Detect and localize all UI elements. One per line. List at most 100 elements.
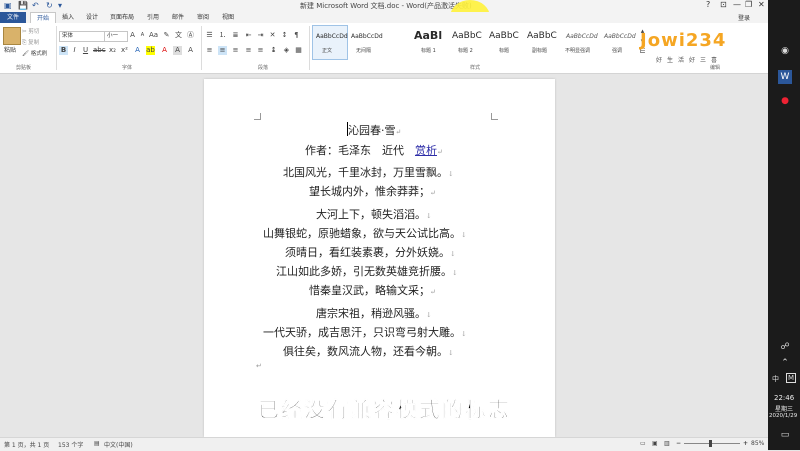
- show-marks-icon[interactable]: ¶: [292, 31, 301, 40]
- poem-line[interactable]: 山舞银蛇，原驰蜡象，欲与天公试比高。↓: [263, 225, 467, 241]
- bold-icon[interactable]: B: [59, 46, 68, 55]
- align-right-icon[interactable]: ≡: [231, 46, 240, 55]
- poem-line[interactable]: 大河上下，顿失滔滔。↓: [316, 206, 432, 222]
- multilevel-list-icon[interactable]: ≣: [231, 31, 240, 40]
- font-size-select[interactable]: 小一: [104, 31, 128, 42]
- zoom-out-icon[interactable]: −: [676, 440, 681, 447]
- paste-icon[interactable]: [3, 27, 21, 45]
- style-heading-1[interactable]: AaBl: [414, 29, 442, 42]
- copy-button[interactable]: ⎘ 复制: [22, 38, 39, 47]
- cut-button[interactable]: ✂ 剪切: [22, 27, 39, 35]
- numbering-icon[interactable]: ⒈: [218, 31, 227, 40]
- save-icon[interactable]: 💾: [18, 1, 28, 10]
- style-subtle-emphasis[interactable]: AaBbCcDd: [566, 33, 598, 40]
- notifications-icon[interactable]: ▭: [778, 428, 792, 442]
- tab-design[interactable]: 设计: [86, 13, 98, 23]
- show-hidden-icons[interactable]: ⌃: [778, 356, 792, 370]
- poem-author[interactable]: 作者：毛泽东 近代 赏析↵: [305, 142, 443, 158]
- clear-formatting-icon[interactable]: ✎: [162, 31, 171, 40]
- character-shading-icon[interactable]: A: [173, 46, 182, 55]
- sort-icon[interactable]: ↕: [280, 31, 289, 40]
- proofing-icon[interactable]: ▤: [94, 440, 100, 447]
- highlight-icon[interactable]: ab: [146, 46, 155, 55]
- input-language[interactable]: 中: [772, 374, 779, 384]
- minimize-button[interactable]: —: [733, 0, 741, 9]
- sign-in-link[interactable]: 登录: [738, 13, 750, 22]
- distributed-icon[interactable]: ≡: [256, 46, 265, 55]
- tab-review[interactable]: 审阅: [197, 13, 209, 23]
- word-count[interactable]: 153 个字: [58, 440, 83, 449]
- poem-line[interactable]: 一代天骄，成吉思汗，只识弯弓射大雕。↓: [263, 324, 467, 340]
- bullets-icon[interactable]: ☰: [205, 31, 214, 40]
- poem-line[interactable]: 北国风光，千里冰封，万里雪飘。↓: [283, 164, 454, 180]
- customize-quick-access-icon[interactable]: ▾: [58, 1, 62, 10]
- close-button[interactable]: ✕: [758, 0, 765, 9]
- poem-title[interactable]: 沁园春·雪↵: [348, 122, 401, 138]
- underline-icon[interactable]: U: [81, 46, 90, 55]
- increase-indent-icon[interactable]: ⇥: [256, 31, 265, 40]
- poem-line[interactable]: 望长城内外，惟余莽莽；↵: [309, 183, 436, 199]
- align-center-icon[interactable]: ≡: [218, 46, 227, 55]
- people-icon[interactable]: ☍: [778, 340, 792, 354]
- record-icon[interactable]: ●: [778, 94, 792, 108]
- subscript-icon[interactable]: x₂: [108, 46, 117, 55]
- justify-icon[interactable]: ≡: [244, 46, 253, 55]
- borders-icon[interactable]: ▦: [294, 46, 303, 55]
- align-left-icon[interactable]: ≡: [205, 46, 214, 55]
- help-button[interactable]: ?: [706, 0, 710, 9]
- print-layout-icon[interactable]: ▣: [652, 440, 658, 447]
- undo-icon[interactable]: ↶: [32, 1, 39, 10]
- tab-file[interactable]: 文件: [0, 12, 26, 23]
- style-emphasis[interactable]: AaBbCcDd: [604, 33, 636, 40]
- tab-mailings[interactable]: 邮件: [172, 13, 184, 23]
- chinese-layout-icon[interactable]: ✕: [268, 31, 277, 40]
- text-effects-icon[interactable]: A: [133, 46, 142, 55]
- tab-view[interactable]: 视图: [222, 13, 234, 23]
- style-heading-2[interactable]: AaBbC: [452, 31, 482, 41]
- change-case-icon[interactable]: Aa: [149, 31, 158, 40]
- italic-icon[interactable]: I: [70, 46, 79, 55]
- format-painter-button[interactable]: 🖌 格式刷: [22, 49, 47, 57]
- style-subtitle[interactable]: AaBbC: [527, 31, 557, 41]
- analysis-link[interactable]: 赏析: [415, 144, 437, 157]
- word-taskbar-icon[interactable]: W: [778, 70, 792, 84]
- poem-line[interactable]: 俱往矣，数风流人物，还看今朝。↓: [283, 343, 454, 359]
- poem-line[interactable]: 江山如此多娇，引无数英雄竞折腰。↓: [276, 263, 458, 279]
- enclose-characters-icon[interactable]: Ⓐ: [186, 31, 195, 40]
- tab-references[interactable]: 引用: [147, 13, 159, 23]
- page-count[interactable]: 第 1 页，共 1 页: [4, 440, 49, 449]
- font-color-icon[interactable]: A: [160, 46, 169, 55]
- zoom-slider[interactable]: [684, 443, 740, 444]
- restore-button[interactable]: ❐: [745, 0, 752, 9]
- read-mode-icon[interactable]: ▭: [640, 440, 646, 447]
- line-spacing-icon[interactable]: ↨: [269, 46, 278, 55]
- poem-line[interactable]: 唐宗宋祖，稍逊风骚。↓: [316, 305, 432, 321]
- ime-mode[interactable]: M: [786, 373, 797, 383]
- language-indicator[interactable]: 中文(中国): [104, 440, 133, 449]
- grow-font-icon[interactable]: A: [128, 31, 137, 40]
- shading-icon[interactable]: ◈: [282, 46, 291, 55]
- strikethrough-icon[interactable]: abc: [93, 46, 106, 55]
- chrome-icon[interactable]: ◉: [778, 44, 792, 58]
- web-layout-icon[interactable]: ▥: [664, 440, 670, 447]
- clock-time[interactable]: 22:46: [774, 394, 794, 402]
- font-family-select[interactable]: 宋体: [59, 31, 105, 42]
- tab-page-layout[interactable]: 页面布局: [110, 13, 134, 23]
- style-normal[interactable]: [312, 25, 348, 60]
- redo-icon[interactable]: ↻: [46, 1, 53, 10]
- tab-insert[interactable]: 插入: [62, 13, 74, 23]
- decrease-indent-icon[interactable]: ⇤: [244, 31, 253, 40]
- zoom-slider-thumb[interactable]: [709, 440, 712, 447]
- poem-line[interactable]: 惜秦皇汉武，略输文采；↵: [309, 282, 436, 298]
- zoom-in-icon[interactable]: +: [743, 440, 748, 447]
- zoom-level[interactable]: 85%: [751, 440, 764, 447]
- ribbon-display-options-icon[interactable]: ⊡: [720, 0, 727, 9]
- phonetic-guide-icon[interactable]: 文: [174, 31, 183, 40]
- shrink-font-icon[interactable]: A: [138, 31, 147, 40]
- style-title[interactable]: AaBbC: [489, 31, 519, 41]
- paste-button-label[interactable]: 粘贴: [4, 45, 16, 54]
- poem-line[interactable]: 须晴日，看红装素裹，分外妖娆。↓: [285, 244, 456, 260]
- superscript-icon[interactable]: x²: [120, 46, 129, 55]
- character-border-icon[interactable]: A: [186, 46, 195, 55]
- style-no-spacing[interactable]: AaBbCcDd: [351, 33, 383, 40]
